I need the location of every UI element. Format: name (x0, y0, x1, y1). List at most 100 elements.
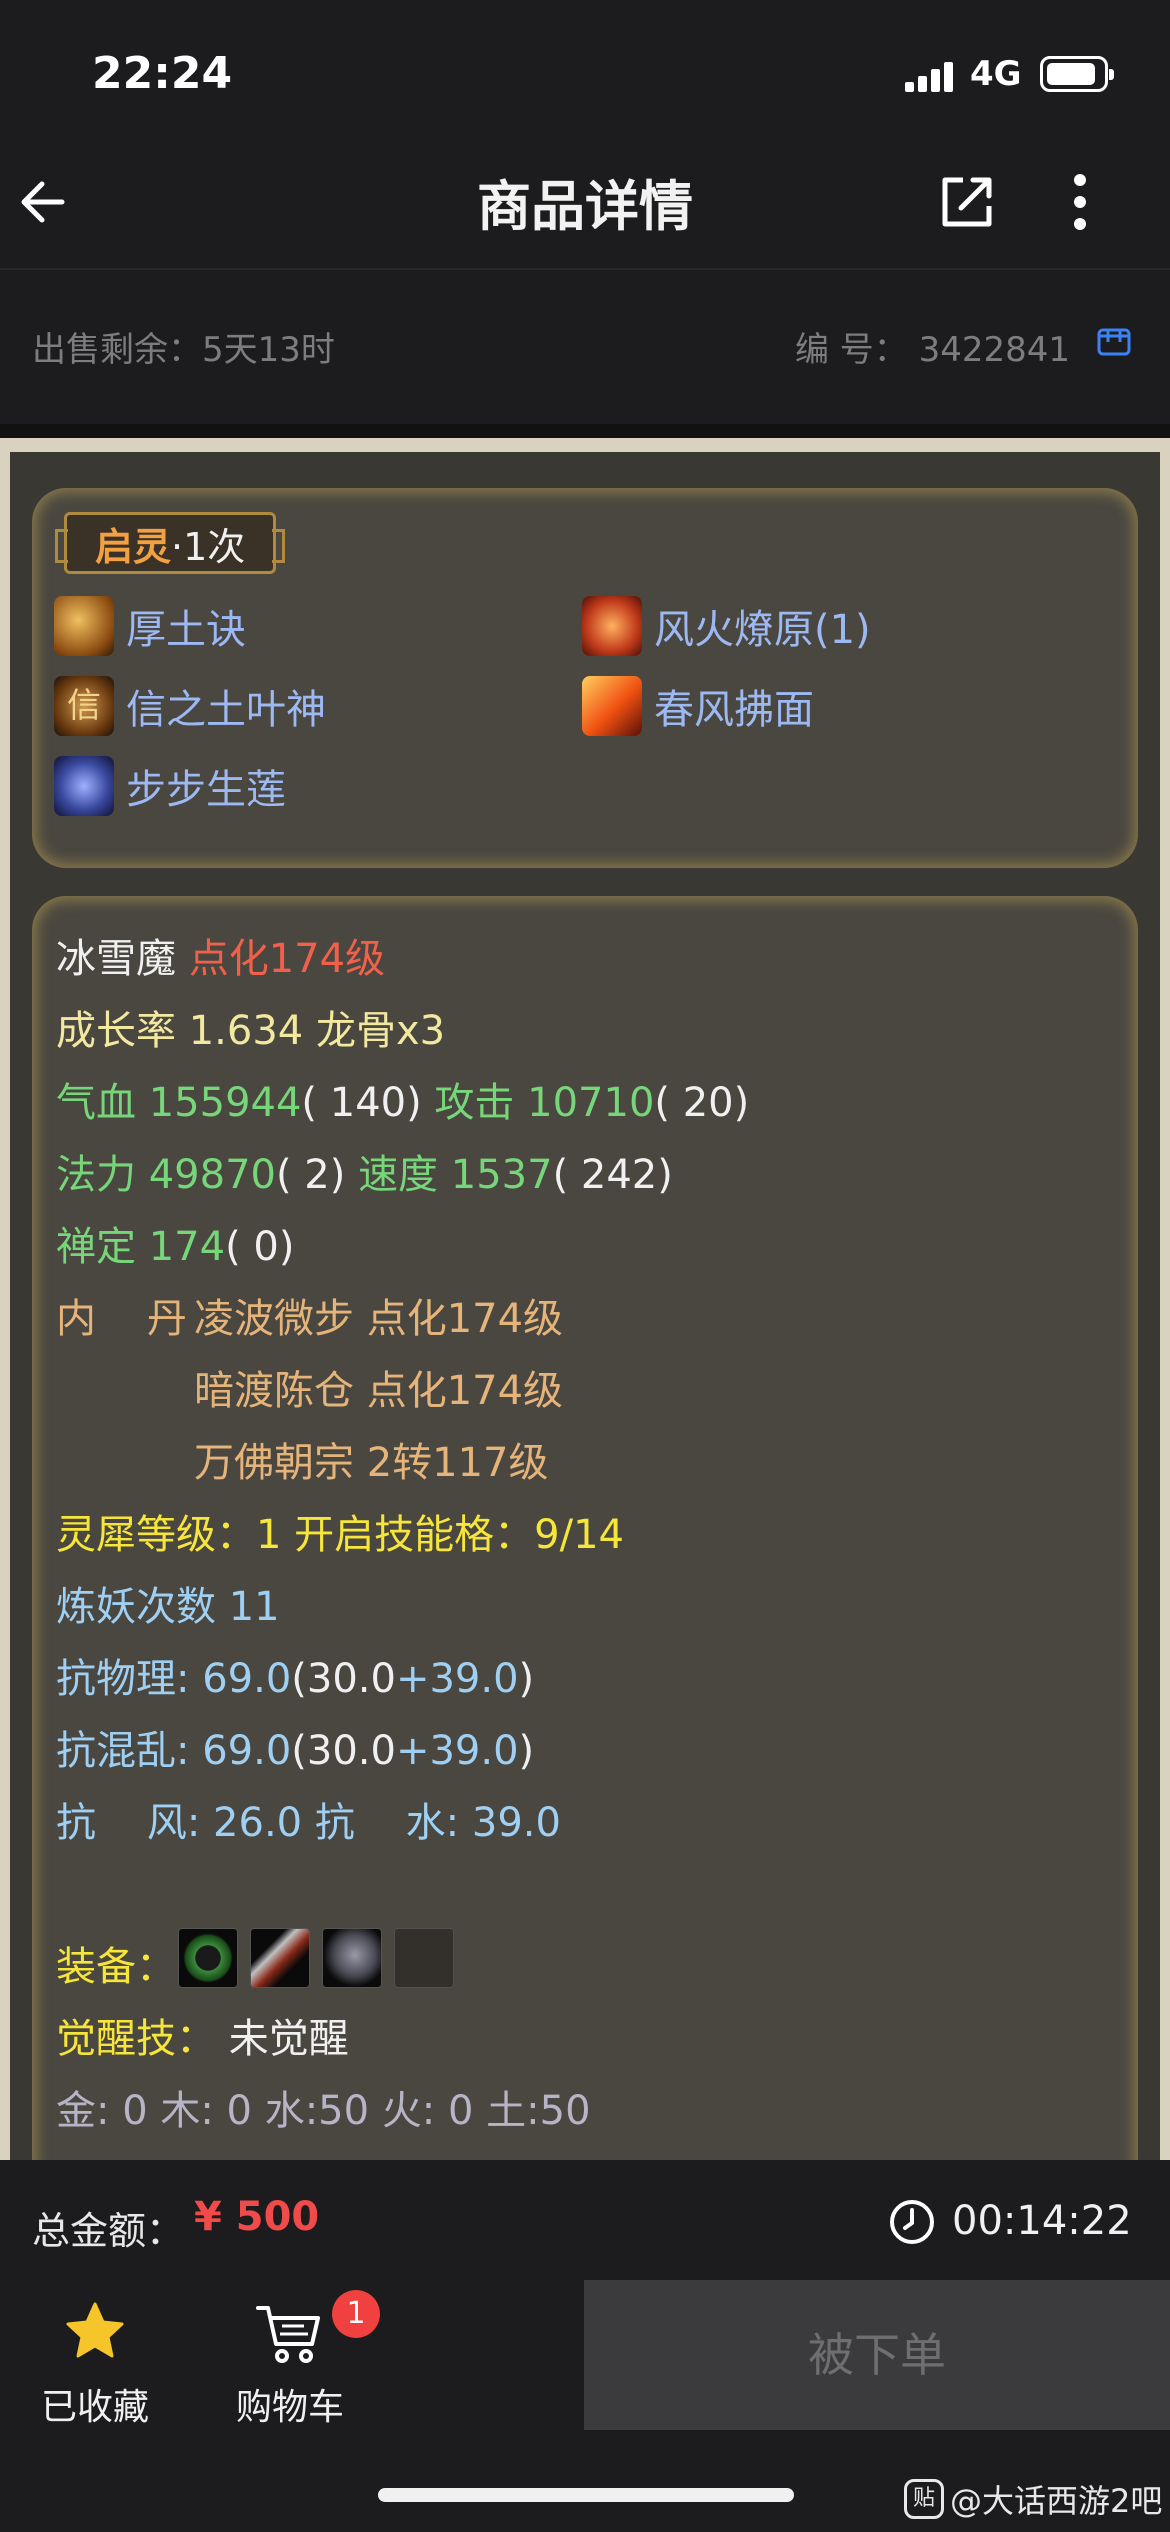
mp-value: 49870 (148, 1152, 276, 1198)
signal-icon (905, 60, 957, 92)
attack-extra: ( 20) (654, 1080, 750, 1126)
skill-item[interactable]: 厚土诀 (54, 596, 246, 656)
nav-bar: 商品详情 (0, 140, 1170, 270)
skill-name: 厚土诀 (126, 607, 246, 653)
skill-name: 风火燎原(1) (654, 607, 871, 653)
more-icon[interactable] (1058, 168, 1102, 236)
equipment-line: 装备： (56, 1934, 176, 1992)
mp-speed-line: 法力 49870( 2) 速度 1537( 242) (56, 1142, 673, 1200)
hp-label: 气血 (56, 1080, 149, 1126)
empty-equipment-slot[interactable] (394, 1928, 454, 1988)
hp-value: 155944 (148, 1080, 302, 1126)
skill-name: 信之土叶神 (126, 687, 326, 733)
resist-chaos-close: ) (518, 1728, 535, 1774)
favorite-label: 已收藏 (40, 2387, 149, 2428)
pet-name: 冰雪魔 (56, 936, 176, 982)
neidan-label: 内 丹 (56, 1296, 187, 1342)
qiling-label: 启灵 (95, 524, 172, 569)
awaken-value: 未觉醒 (228, 2016, 349, 2062)
serial-number: 编 号： 3422841 (794, 330, 1070, 370)
element-attributes: 金: 0 木: 0 水:50 火: 0 土:50 (56, 2088, 591, 2134)
clock-icon (890, 2200, 934, 2244)
countdown-timer: 00:14:22 (952, 2198, 1132, 2244)
battery-level (1047, 63, 1095, 85)
total-bar: 总金额： ¥ 500 00:14:22 (0, 2160, 1170, 2280)
mp-extra: ( 2) (275, 1152, 346, 1198)
pet-name-line: 冰雪魔 点化174级 (56, 926, 385, 984)
item-detail-frame: 启灵 ·1次 厚土诀 风火燎原(1) 信 信之土叶神 春风拂面 步步生莲 冰雪魔… (0, 438, 1170, 2160)
axe-equipment-icon[interactable] (250, 1928, 310, 1988)
attack-label: 攻击 (434, 1080, 528, 1126)
resist-physical-value: 69.0 (202, 1656, 292, 1702)
hp-attack-line: 气血 155944( 140) 攻击 10710( 20) (56, 1070, 749, 1128)
store-icon[interactable] (1094, 320, 1134, 360)
resist-chaos: 抗混乱: 69.0(30.0+39.0) (56, 1718, 534, 1776)
growth-rate: 成长率 1.634 龙骨x3 (56, 1008, 446, 1054)
awaken-label: 觉醒技： (56, 2016, 216, 2062)
zen-value: 174 (148, 1224, 226, 1270)
hp-extra: ( 140) (301, 1080, 422, 1126)
favorite-button[interactable]: 已收藏 (0, 2280, 190, 2430)
resist-physical-bonus: +39.0 (395, 1656, 519, 1702)
skill-item[interactable]: 春风拂面 (582, 676, 814, 736)
cart-label: 购物车 (235, 2387, 344, 2428)
resist-wind-water: 抗 风: 26.0 抗 水: 39.0 (56, 1800, 561, 1846)
neidan-item: 凌波微步 点化174级 (194, 1296, 564, 1342)
total-label: 总金额： (32, 2209, 185, 2253)
xin-skill-icon: 信 (54, 676, 114, 736)
zen-line: 禅定 174( 0) (56, 1214, 294, 1272)
ring-equipment-icon[interactable] (178, 1928, 238, 1988)
skill-name: 春风拂面 (654, 687, 814, 733)
share-icon[interactable] (935, 170, 999, 234)
total-amount: ¥ 500 (194, 2194, 320, 2240)
cart-icon (256, 2306, 320, 2363)
sale-remaining: 出售剩余：5天13时 (32, 330, 335, 370)
skill-item[interactable]: 步步生莲 (54, 756, 286, 816)
zen-label: 禅定 (56, 1224, 149, 1270)
home-indicator[interactable] (378, 2488, 794, 2502)
order-button[interactable]: 被下单 (584, 2280, 1170, 2430)
section-divider (0, 424, 1170, 438)
skill-item[interactable]: 风火燎原(1) (582, 596, 871, 656)
zen-extra: ( 0) (225, 1224, 295, 1270)
qiling-badge: 启灵 ·1次 (54, 512, 286, 574)
speed-label: 速度 (358, 1152, 451, 1198)
neidan-item: 万佛朝宗 2转117级 (194, 1440, 549, 1486)
stats-panel: 冰雪魔 点化174级 成长率 1.634 龙骨x3 气血 155944( 140… (32, 896, 1138, 2160)
lingxi-level: 灵犀等级：1 开启技能格：9/14 (56, 1512, 624, 1558)
watermark: 贴 @大话西游2吧 (904, 2476, 1162, 2522)
skill-item[interactable]: 信 信之土叶神 (54, 676, 326, 736)
skills-panel: 启灵 ·1次 厚土诀 风火燎原(1) 信 信之土叶神 春风拂面 步步生莲 (32, 488, 1138, 868)
resist-chaos-base: (30.0 (291, 1728, 396, 1774)
spring-wind-skill-icon (582, 676, 642, 736)
status-bar: 22:24 4G (0, 0, 1170, 140)
resist-physical-base: (30.0 (291, 1656, 396, 1702)
resist-physical-close: ) (518, 1656, 535, 1702)
awaken-line: 觉醒技： 未觉醒 (56, 2006, 349, 2064)
equipment-label: 装备： (56, 1944, 176, 1990)
cart-count-badge: 1 (332, 2290, 380, 2338)
earth-skill-icon (54, 596, 114, 656)
mp-label: 法力 (56, 1152, 149, 1198)
resist-physical-label: 抗物理: (56, 1656, 203, 1702)
resist-chaos-label: 抗混乱: (56, 1728, 203, 1774)
pet-level: 点化174级 (188, 936, 386, 982)
status-time: 22:24 (92, 48, 233, 99)
resist-chaos-bonus: +39.0 (395, 1728, 519, 1774)
resist-physical: 抗物理: 69.0(30.0+39.0) (56, 1646, 534, 1704)
star-icon (66, 2302, 124, 2358)
item-detail-content: 启灵 ·1次 厚土诀 风火燎原(1) 信 信之土叶神 春风拂面 步步生莲 冰雪魔… (10, 452, 1160, 2160)
watermark-text: @大话西游2吧 (950, 2482, 1163, 2520)
skill-name: 步步生莲 (126, 767, 286, 813)
attack-value: 10710 (527, 1080, 655, 1126)
qiling-count: ·1次 (171, 524, 246, 569)
cart-button[interactable]: 1 购物车 (190, 2280, 390, 2430)
speed-extra: ( 242) (552, 1152, 673, 1198)
resist-chaos-value: 69.0 (202, 1728, 292, 1774)
action-bar: 已收藏 1 购物车 被下单 (0, 2280, 1170, 2430)
network-type: 4G (970, 54, 1022, 94)
lianyao-count: 炼妖次数 11 (56, 1584, 280, 1630)
tieba-icon: 贴 (904, 2479, 944, 2519)
armor-equipment-icon[interactable] (322, 1928, 382, 1988)
fire-wind-skill-icon (582, 596, 642, 656)
